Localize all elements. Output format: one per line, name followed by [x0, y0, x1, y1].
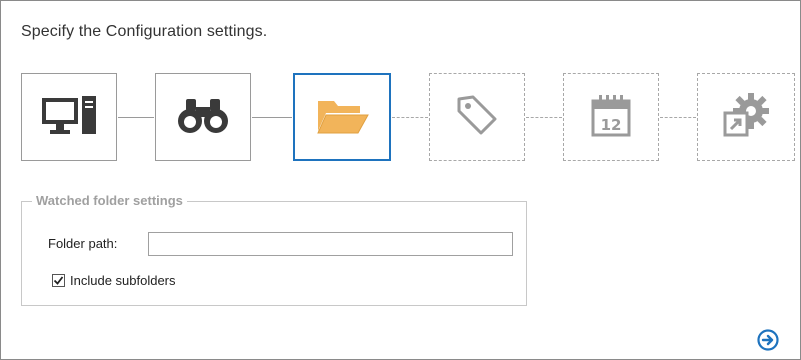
step-search[interactable]	[155, 73, 251, 161]
gear-shortcut-icon	[721, 91, 771, 144]
binoculars-icon	[176, 95, 230, 140]
step-connector	[526, 117, 562, 118]
folder-path-label: Folder path:	[48, 236, 118, 251]
page-title: Specify the Configuration settings.	[21, 23, 268, 40]
step-connector	[118, 117, 154, 118]
step-connector	[252, 117, 292, 118]
calendar-day-label: 12	[601, 116, 622, 134]
computer-icon	[40, 92, 98, 143]
next-button[interactable]	[757, 329, 779, 351]
wizard-panel: Specify the Configuration settings. 12 W…	[0, 0, 801, 360]
checkmark-icon	[53, 276, 64, 285]
folder-path-input[interactable]	[148, 232, 513, 256]
folder-open-icon	[314, 93, 370, 142]
include-subfolders-checkbox[interactable]	[52, 274, 65, 287]
step-computer[interactable]	[21, 73, 117, 161]
step-connector	[392, 117, 428, 118]
step-connector	[660, 117, 696, 118]
arrow-right-circle-icon	[757, 329, 779, 351]
watched-folder-settings-group: Watched folder settings Folder path: Inc…	[21, 193, 527, 306]
group-legend: Watched folder settings	[32, 193, 187, 208]
include-subfolders-label: Include subfolders	[70, 273, 176, 288]
step-folder[interactable]	[293, 73, 391, 161]
step-tag[interactable]	[429, 73, 525, 161]
include-subfolders-option[interactable]: Include subfolders	[52, 273, 176, 288]
calendar-icon: 12	[589, 91, 633, 144]
step-settings[interactable]	[697, 73, 795, 161]
step-schedule[interactable]: 12	[563, 73, 659, 161]
tag-icon	[455, 93, 499, 142]
